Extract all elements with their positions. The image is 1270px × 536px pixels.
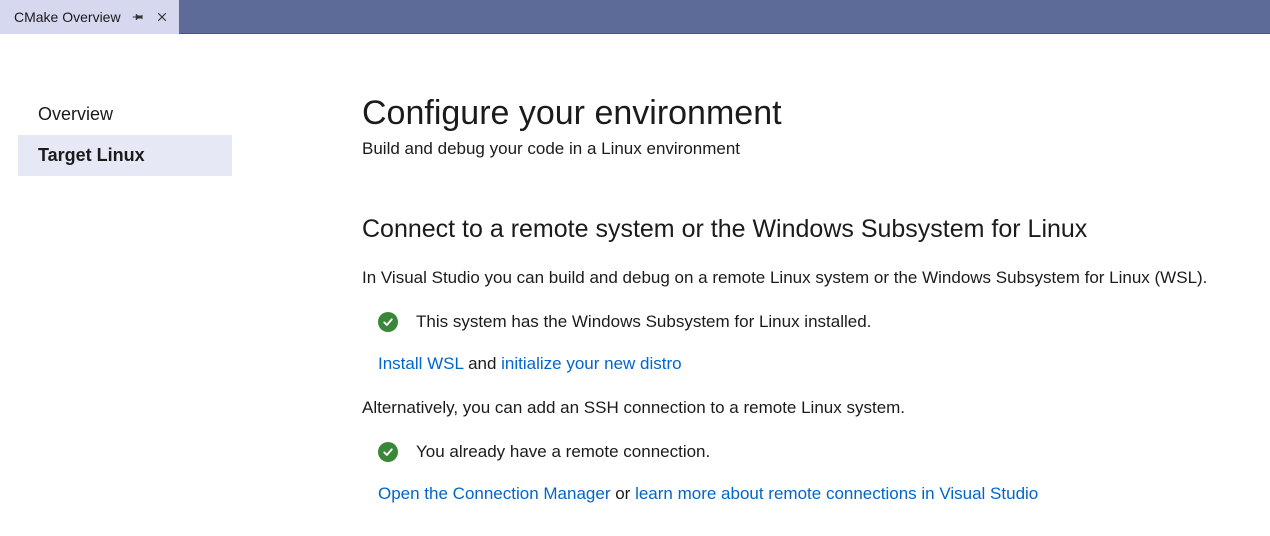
page-title: Configure your environment [362, 94, 1250, 133]
sidebar-item-label: Target Linux [38, 145, 145, 165]
install-wsl-link[interactable]: Install WSL [378, 354, 463, 373]
text-or: or [611, 484, 636, 503]
sidebar-item-label: Overview [38, 104, 113, 124]
document-tab[interactable]: CMake Overview [0, 0, 179, 34]
page-subtitle: Build and debug your code in a Linux env… [362, 139, 1250, 159]
sidebar-item-target-linux[interactable]: Target Linux [18, 135, 232, 176]
status-wsl-installed: This system has the Windows Subsystem fo… [362, 312, 1250, 332]
learn-more-remote-link[interactable]: learn more about remote connections in V… [635, 484, 1038, 503]
sidebar: Overview Target Linux [0, 94, 232, 536]
check-icon [378, 442, 398, 462]
close-icon[interactable] [155, 10, 169, 24]
alt-text: Alternatively, you can add an SSH connec… [362, 396, 1250, 420]
open-connection-manager-link[interactable]: Open the Connection Manager [378, 484, 611, 503]
status-text: You already have a remote connection. [416, 442, 710, 462]
titlebar: CMake Overview [0, 0, 1270, 34]
status-text: This system has the Windows Subsystem fo… [416, 312, 871, 332]
main-panel: Configure your environment Build and deb… [232, 94, 1270, 536]
text-and: and [463, 354, 501, 373]
intro-text: In Visual Studio you can build and debug… [362, 266, 1250, 290]
status-remote-connection: You already have a remote connection. [362, 442, 1250, 462]
check-icon [378, 312, 398, 332]
content-area: Overview Target Linux Configure your env… [0, 34, 1270, 536]
section-heading: Connect to a remote system or the Window… [362, 215, 1250, 244]
tab-title: CMake Overview [14, 9, 121, 25]
pin-icon[interactable] [131, 10, 145, 24]
sidebar-item-overview[interactable]: Overview [18, 94, 232, 135]
initialize-distro-link[interactable]: initialize your new distro [501, 354, 681, 373]
wsl-links-row: Install WSL and initialize your new dist… [362, 354, 1250, 374]
connection-links-row: Open the Connection Manager or learn mor… [362, 484, 1250, 504]
